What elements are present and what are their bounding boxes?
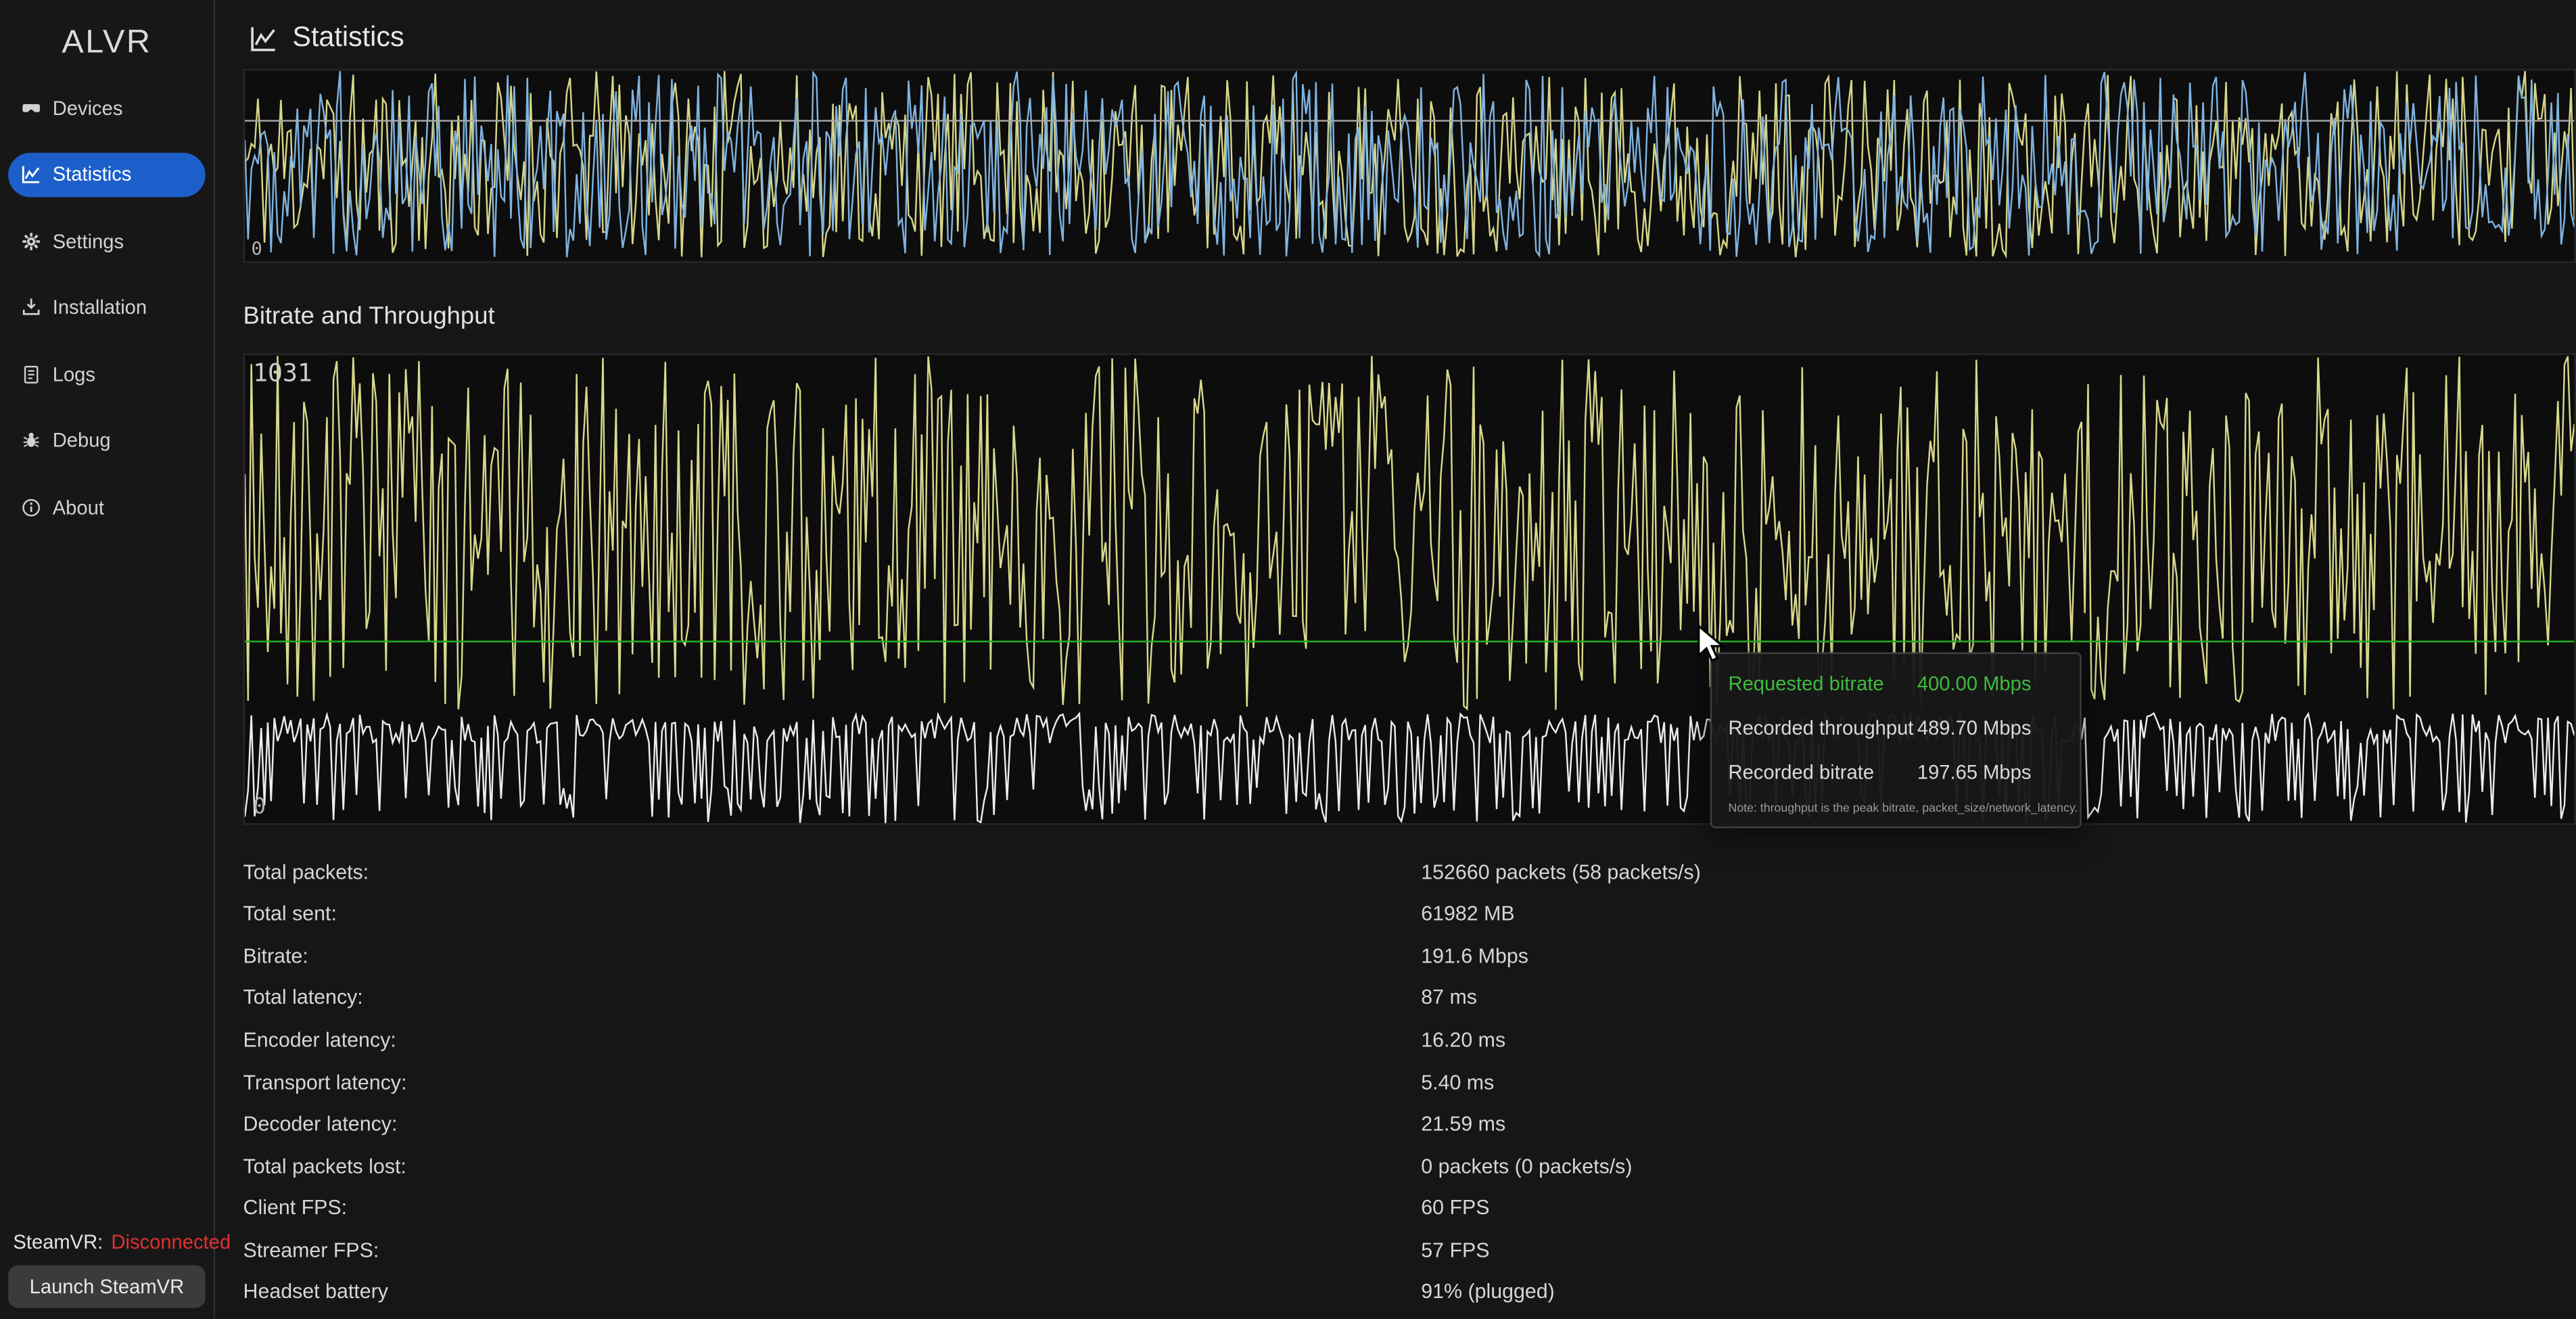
bitrate-y-min-label: 0 xyxy=(253,795,266,820)
bitrate-throughput-graph[interactable]: 1031 0 xyxy=(243,353,2576,825)
tooltip-row-requested-bitrate: Requested bitrate 400.00 Mbps xyxy=(1729,661,2064,705)
recorded-throughput xyxy=(245,356,2575,710)
launch-steamvr-button[interactable]: Launch SteamVR xyxy=(8,1265,206,1308)
stat-row-total-packets-lost: Total packets lost: 0 packets (0 packets… xyxy=(243,1145,2576,1187)
tooltip-note: Note: throughput is the peak bitrate, pa… xyxy=(1729,800,2064,815)
stat-row-streamer-fps: Streamer FPS: 57 FPS xyxy=(243,1229,2576,1271)
page-header: Statistics xyxy=(250,22,404,55)
install-icon xyxy=(22,298,41,317)
steamvr-label: SteamVR: xyxy=(13,1230,103,1253)
stat-row-bitrate: Bitrate: 191.6 Mbps xyxy=(243,935,2576,977)
stat-row-decoder-latency: Decoder latency: 21.59 ms xyxy=(243,1103,2576,1145)
stat-row-total-sent: Total sent: 61982 MB xyxy=(243,893,2576,935)
latency-y-min-label: 0 xyxy=(252,238,262,260)
statistics-header-icon xyxy=(250,24,277,51)
tooltip-row-recorded-throughput: Recorded throughput 489.70 Mbps xyxy=(1729,705,2064,749)
recorded-bitrate xyxy=(245,713,2575,823)
stat-row-total-packets: Total packets: 152660 packets (58 packet… xyxy=(243,851,2576,893)
main-content: Statistics 0 Bitrate and Throughput 1031… xyxy=(215,0,2576,1319)
statistics-table: Total packets: 152660 packets (58 packet… xyxy=(243,851,2576,1313)
alvr-app: ALVR Devices Statistics Settings Install… xyxy=(0,0,2576,1319)
sidebar-item-logs[interactable]: Logs xyxy=(8,352,206,396)
stat-row-headset-battery: Headset battery 91% (plugged) xyxy=(243,1271,2576,1313)
stat-row-client-fps: Client FPS: 60 FPS xyxy=(243,1187,2576,1229)
section-title-bitrate: Bitrate and Throughput xyxy=(243,302,495,330)
sidebar: ALVR Devices Statistics Settings Install… xyxy=(0,0,215,1319)
sidebar-item-about[interactable]: About xyxy=(8,485,206,530)
sidebar-item-devices[interactable]: Devices xyxy=(8,85,206,130)
latency-graph[interactable]: 0 xyxy=(243,69,2576,263)
app-title: ALVR xyxy=(0,24,214,62)
gear-icon xyxy=(22,231,41,250)
bitrate-y-max-label: 1031 xyxy=(253,358,312,388)
steamvr-status-row: SteamVR: Disconnected xyxy=(13,1230,231,1253)
sidebar-item-installation[interactable]: Installation xyxy=(8,285,206,329)
sidebar-item-statistics[interactable]: Statistics xyxy=(8,152,206,197)
bug-icon xyxy=(22,430,41,450)
chart-icon xyxy=(22,164,41,184)
sidebar-item-debug[interactable]: Debug xyxy=(8,418,206,463)
stat-row-encoder-latency: Encoder latency: 16.20 ms xyxy=(243,1019,2576,1061)
stat-row-total-latency: Total latency: 87 ms xyxy=(243,977,2576,1019)
page-title: Statistics xyxy=(292,22,404,55)
steamvr-status: Disconnected xyxy=(111,1230,231,1253)
tooltip-row-recorded-bitrate: Recorded bitrate 197.65 Mbps xyxy=(1729,749,2064,794)
logs-icon xyxy=(22,364,41,384)
info-icon xyxy=(22,497,41,517)
sidebar-item-settings[interactable]: Settings xyxy=(8,218,206,263)
graph-tooltip: Requested bitrate 400.00 Mbps Recorded t… xyxy=(1710,652,2082,828)
stat-row-transport-latency: Transport latency: 5.40 ms xyxy=(243,1061,2576,1103)
sidebar-nav: Devices Statistics Settings Installation… xyxy=(0,85,214,551)
headset-icon xyxy=(22,98,41,118)
